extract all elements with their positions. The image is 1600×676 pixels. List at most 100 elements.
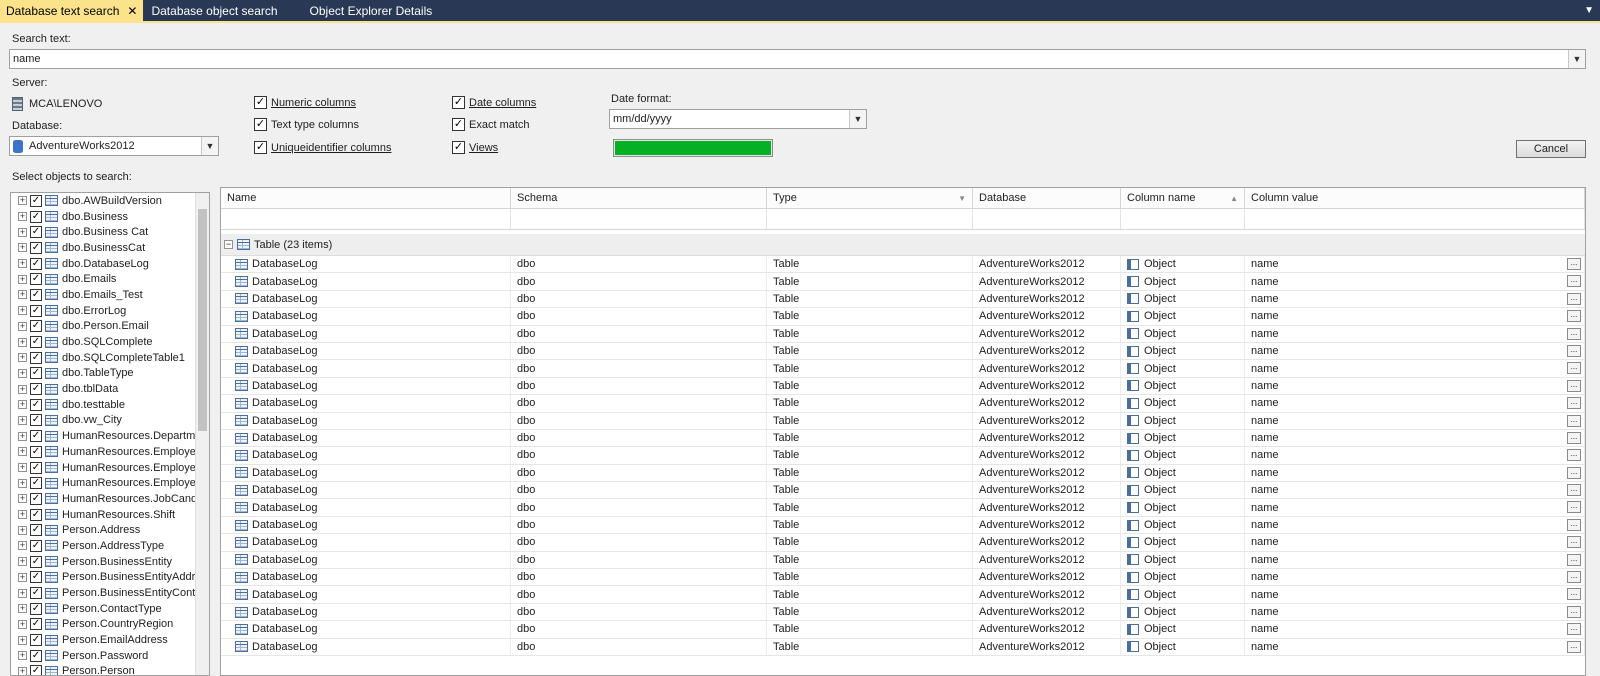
more-button[interactable]: ... xyxy=(1567,536,1581,549)
checkbox-check-icon[interactable]: ✓ xyxy=(30,194,42,207)
expand-icon[interactable]: + xyxy=(18,368,27,378)
tree-item[interactable]: + ✓ dbo.Business Cat xyxy=(11,224,209,240)
tab-database-object-search[interactable]: Database object search xyxy=(145,0,283,21)
expand-icon[interactable]: + xyxy=(18,227,27,237)
expand-icon[interactable]: + xyxy=(18,400,27,410)
database-select[interactable]: AdventureWorks2012 ▼ xyxy=(9,136,219,156)
more-button[interactable]: ... xyxy=(1567,553,1581,566)
more-button[interactable]: ... xyxy=(1567,571,1581,584)
table-row[interactable]: DatabaseLog dbo Table AdventureWorks2012 Obj… xyxy=(221,621,1585,639)
text-type-columns-checkbox[interactable]: ✓ Text type columns xyxy=(254,118,359,131)
checkbox-check-icon[interactable]: ✓ xyxy=(30,524,42,537)
expand-icon[interactable]: + xyxy=(18,447,27,457)
filter-cell[interactable] xyxy=(221,209,511,229)
checkbox-check-icon[interactable]: ✓ xyxy=(30,477,42,490)
chevron-down-icon[interactable]: ▼ xyxy=(1568,50,1585,68)
filter-cell[interactable] xyxy=(973,209,1121,229)
tab-object-explorer-details[interactable]: Object Explorer Details xyxy=(304,0,439,21)
tree-item[interactable]: + ✓ Person.EmailAddress xyxy=(11,632,209,648)
checkbox-check-icon[interactable]: ✓ xyxy=(30,273,42,286)
table-row[interactable]: DatabaseLog dbo Table AdventureWorks2012 Obj… xyxy=(221,256,1585,274)
expand-icon[interactable]: + xyxy=(18,557,27,567)
tree-item[interactable]: + ✓ dbo.Business xyxy=(11,209,209,225)
tree-item[interactable]: + ✓ dbo.Emails_Test xyxy=(11,287,209,303)
filter-cell[interactable] xyxy=(767,209,973,229)
checkbox-check-icon[interactable]: ✓ xyxy=(30,336,42,349)
expand-icon[interactable]: + xyxy=(18,196,27,206)
table-row[interactable]: DatabaseLog dbo Table AdventureWorks2012 Obj… xyxy=(221,273,1585,291)
date-columns-checkbox[interactable]: ✓ Date columns xyxy=(452,96,536,109)
group-row[interactable]: − Table (23 items) xyxy=(221,234,1585,256)
table-row[interactable]: DatabaseLog dbo Table AdventureWorks2012 Obj… xyxy=(221,516,1585,535)
tree-item[interactable]: + ✓ HumanResources.Employee xyxy=(11,460,209,476)
tab-database-text-search[interactable]: Database text search ✕ xyxy=(0,0,144,21)
tree-item[interactable]: + ✓ dbo.vw_City xyxy=(11,413,209,429)
more-button[interactable]: ... xyxy=(1567,344,1581,357)
checkbox-check-icon[interactable]: ✓ xyxy=(30,602,42,615)
table-row[interactable]: DatabaseLog dbo Table AdventureWorks2012 Obj… xyxy=(221,325,1585,343)
expand-icon[interactable]: + xyxy=(18,353,27,363)
date-format-select[interactable]: mm/dd/yyyy ▼ xyxy=(609,109,867,129)
column-header-column-name[interactable]: Column name ▲ xyxy=(1121,188,1245,208)
tree-item[interactable]: + ✓ Person.BusinessEntity xyxy=(11,554,209,570)
checkbox-check-icon[interactable]: ✓ xyxy=(30,618,42,631)
tree-item[interactable]: + ✓ Person.Password xyxy=(11,648,209,664)
close-icon[interactable]: ✕ xyxy=(127,4,137,18)
column-header-type[interactable]: Type ▼ xyxy=(767,188,973,208)
tree-item[interactable]: + ✓ dbo.DatabaseLog xyxy=(11,256,209,272)
checkbox-check-icon[interactable]: ✓ xyxy=(30,649,42,662)
checkbox-check-icon[interactable]: ✓ xyxy=(30,241,42,254)
more-button[interactable]: ... xyxy=(1567,310,1581,323)
collapse-icon[interactable]: − xyxy=(224,240,233,249)
expand-icon[interactable]: + xyxy=(18,478,27,488)
tree-item[interactable]: + ✓ dbo.ErrorLog xyxy=(11,303,209,319)
uniqueidentifier-columns-checkbox[interactable]: ✓ Uniqueidentifier columns xyxy=(254,141,391,154)
expand-icon[interactable]: + xyxy=(18,306,27,316)
checkbox-check-icon[interactable]: ✓ xyxy=(30,320,42,333)
tree-item[interactable]: + ✓ dbo.AWBuildVersion xyxy=(11,193,209,209)
tree-item[interactable]: + ✓ HumanResources.Employee xyxy=(11,475,209,491)
checkbox-check-icon[interactable]: ✓ xyxy=(30,351,42,364)
more-button[interactable]: ... xyxy=(1567,327,1581,340)
checkbox-check-icon[interactable]: ✓ xyxy=(30,398,42,411)
table-row[interactable]: DatabaseLog dbo Table AdventureWorks2012 Obj… xyxy=(221,377,1585,396)
expand-icon[interactable]: + xyxy=(18,212,27,222)
checkbox-check-icon[interactable]: ✓ xyxy=(30,555,42,568)
checkbox-check-icon[interactable]: ✓ xyxy=(30,414,42,427)
checkbox-check-icon[interactable]: ✓ xyxy=(30,304,42,317)
checkbox-check-icon[interactable]: ✓ xyxy=(30,367,42,380)
table-row[interactable]: DatabaseLog dbo Table AdventureWorks2012 Obj… xyxy=(221,360,1585,378)
expand-icon[interactable]: + xyxy=(18,274,27,284)
expand-icon[interactable]: + xyxy=(18,525,27,535)
tree-item[interactable]: + ✓ Person.BusinessEntityAddre xyxy=(11,570,209,586)
more-button[interactable]: ... xyxy=(1567,605,1581,618)
tree-item[interactable]: + ✓ dbo.tblData xyxy=(11,381,209,397)
tree-item[interactable]: + ✓ dbo.Person.Email xyxy=(11,319,209,335)
more-button[interactable]: ... xyxy=(1567,397,1581,410)
tree-item[interactable]: + ✓ Person.Person xyxy=(11,664,209,675)
more-button[interactable]: ... xyxy=(1567,449,1581,462)
tree-item[interactable]: + ✓ HumanResources.Departme xyxy=(11,428,209,444)
column-header-column-value[interactable]: Column value xyxy=(1245,188,1585,208)
chevron-down-icon[interactable]: ▼ xyxy=(201,137,218,155)
more-button[interactable]: ... xyxy=(1567,362,1581,375)
checkbox-check-icon[interactable]: ✓ xyxy=(30,445,42,458)
expand-icon[interactable]: + xyxy=(18,259,27,269)
table-row[interactable]: DatabaseLog dbo Table AdventureWorks2012 Obj… xyxy=(221,569,1585,587)
more-button[interactable]: ... xyxy=(1567,466,1581,479)
tree-item[interactable]: + ✓ dbo.testtable xyxy=(11,397,209,413)
expand-icon[interactable]: + xyxy=(18,604,27,614)
expand-icon[interactable]: + xyxy=(18,494,27,504)
checkbox-check-icon[interactable]: ✓ xyxy=(30,587,42,600)
checkbox-check-icon[interactable]: ✓ xyxy=(30,226,42,239)
table-row[interactable]: DatabaseLog dbo Table AdventureWorks2012 Obj… xyxy=(221,534,1585,552)
tree-item[interactable]: + ✓ dbo.Emails xyxy=(11,271,209,287)
more-button[interactable]: ... xyxy=(1567,431,1581,444)
more-button[interactable]: ... xyxy=(1567,414,1581,427)
table-row[interactable]: DatabaseLog dbo Table AdventureWorks2012 Obj… xyxy=(221,464,1585,483)
more-button[interactable]: ... xyxy=(1567,258,1581,270)
table-row[interactable]: DatabaseLog dbo Table AdventureWorks2012 Obj… xyxy=(221,429,1585,448)
checkbox-check-icon[interactable]: ✓ xyxy=(30,634,42,647)
table-row[interactable]: DatabaseLog dbo Table AdventureWorks2012 Obj… xyxy=(221,482,1585,500)
checkbox-check-icon[interactable]: ✓ xyxy=(30,210,42,223)
